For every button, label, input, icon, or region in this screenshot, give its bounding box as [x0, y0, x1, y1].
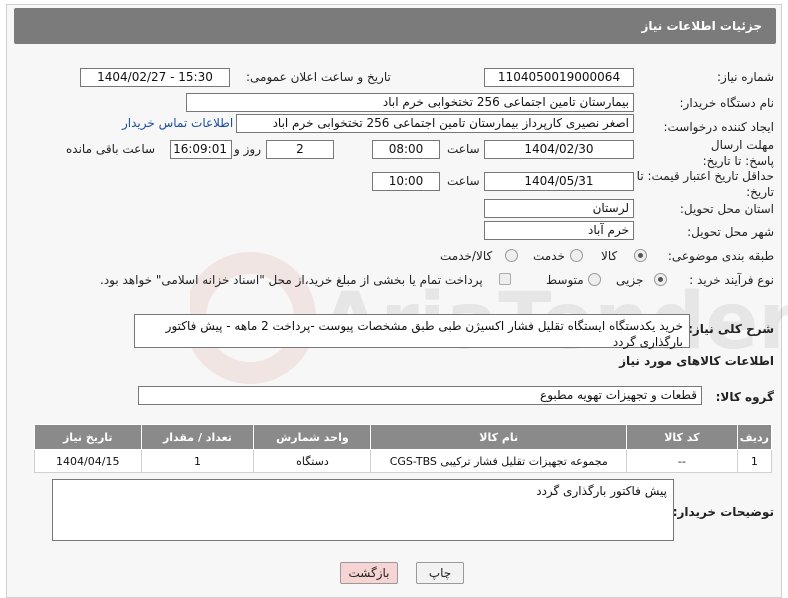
goods-section-title: اطلاعات کالاهای مورد نیاز: [619, 354, 774, 368]
price-validity-date-field: 1404/05/31: [484, 172, 634, 191]
buyer-contact-link[interactable]: اطلاعات تماس خریدار: [122, 116, 233, 130]
deadline-label: مهلت ارسال پاسخ: تا تاریخ:: [702, 138, 774, 168]
remaining-time-field: 16:09:01: [170, 140, 232, 159]
announce-date-field: 1404/02/27 - 15:30: [80, 68, 230, 87]
row-number-cell: 1: [736, 449, 773, 473]
goods-table-header: ردیف کد کالا نام کالا واحد شمارش تعداد /…: [34, 424, 773, 450]
need-number-label: شماره نیاز:: [717, 70, 774, 84]
table-row: 1 -- مجموعه تجهیزات تقلیل فشار ترکیبی CG…: [34, 449, 773, 473]
col-need-date: تاریخ نیاز: [34, 424, 142, 450]
unit-cell: دستگاه: [253, 449, 372, 473]
deadline-time-label: ساعت: [447, 142, 480, 156]
item-code-cell: --: [625, 449, 738, 473]
category-goods-service-radio[interactable]: [505, 249, 518, 262]
item-name-cell: مجموعه تجهیزات تقلیل فشار ترکیبی CGS-TBS: [370, 449, 627, 473]
quantity-cell: 1: [140, 449, 255, 473]
price-validity-time-field: 10:00: [372, 172, 440, 191]
category-service-label: خدمت: [533, 249, 565, 263]
goods-group-field: قطعات و تجهیزات تهویه مطبوع: [138, 386, 702, 405]
province-field: لرستان: [484, 199, 634, 218]
page-title: جزئیات اطلاعات نیاز: [14, 8, 776, 44]
deadline-time-field: 08:00: [372, 140, 440, 159]
need-number-field: 1104050019000064: [484, 68, 634, 87]
announce-date-label: تاریخ و ساعت اعلان عمومی:: [246, 70, 391, 84]
price-validity-label: حداقل تاریخ اعتبار قیمت: تا تاریخ:: [636, 169, 774, 199]
buyer-notes-label: توضیحات خریدار:: [672, 505, 774, 519]
description-label: شرح کلی نیاز:: [688, 322, 774, 336]
need-date-cell: 1404/04/15: [34, 449, 142, 473]
process-minor-label: جزیی: [616, 273, 644, 287]
process-medium-radio[interactable]: [588, 273, 601, 286]
col-item-name: نام کالا: [370, 424, 627, 450]
requester-label: ایجاد کننده درخواست:: [663, 120, 774, 134]
goods-group-label: گروه کالا:: [715, 390, 774, 404]
goods-table: ردیف کد کالا نام کالا واحد شمارش تعداد /…: [34, 424, 773, 473]
days-label: روز و: [234, 142, 261, 156]
days-remaining-field: 2: [266, 140, 334, 159]
col-unit: واحد شمارش: [253, 424, 372, 450]
province-label: استان محل تحویل:: [679, 202, 774, 216]
back-button[interactable]: بازگشت: [340, 562, 398, 584]
description-textarea: خرید یکدستگاه ایستگاه تقلیل فشار اکسیژن …: [134, 314, 690, 349]
col-row-number: ردیف: [736, 424, 773, 450]
print-button[interactable]: چاپ: [416, 562, 464, 584]
category-label: طبقه بندی موضوعی:: [667, 249, 774, 263]
buyer-org-label: نام دستگاه خریدار:: [679, 96, 775, 110]
treasury-payment-note: پرداخت تمام یا بخشی از مبلغ خرید،از محل …: [100, 273, 483, 287]
category-service-radio[interactable]: [570, 249, 583, 262]
deadline-date-field: 1404/02/30: [484, 140, 634, 159]
price-validity-time-label: ساعت: [447, 174, 480, 188]
buyer-org-field: بیمارستان تامین اجتماعی 256 تختخوابی خرم…: [186, 93, 634, 112]
col-item-code: کد کالا: [625, 424, 738, 450]
city-label: شهر محل تحویل:: [687, 225, 774, 239]
process-medium-label: متوسط: [546, 273, 584, 287]
category-goods-label: کالا: [601, 249, 618, 263]
process-minor-radio[interactable]: [654, 273, 667, 286]
city-field: خرم آباد: [484, 221, 634, 240]
treasury-payment-checkbox[interactable]: [499, 273, 511, 285]
category-goods-radio[interactable]: [634, 249, 647, 262]
buyer-notes-textarea: پیش فاکتور بارگذاری گردد: [52, 479, 674, 541]
process-type-label: نوع فرآیند خرید :: [689, 273, 774, 287]
requester-field: اصغر نصیری کارپرداز بیمارستان تامین اجتم…: [236, 114, 634, 133]
category-goods-service-label: کالا/خدمت: [440, 249, 493, 263]
remaining-time-label: ساعت باقی مانده: [66, 142, 156, 156]
col-quantity: تعداد / مقدار: [140, 424, 255, 450]
